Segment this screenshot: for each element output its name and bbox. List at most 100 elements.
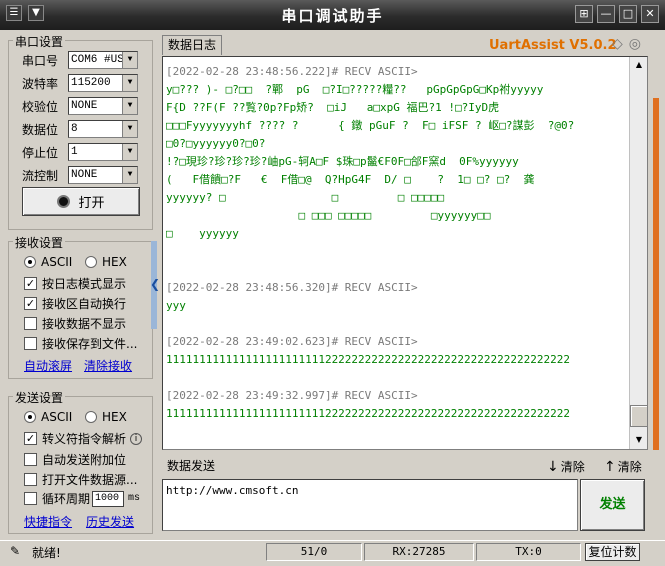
send-ascii-label: ASCII — [41, 410, 73, 424]
info-icon[interactable]: i — [130, 432, 143, 445]
scroll-up-icon[interactable]: ▲ — [630, 57, 648, 73]
period-input[interactable]: 1000 — [92, 490, 125, 507]
clear-log-button[interactable]: ↓ 清除 — [547, 458, 585, 475]
tab-data-log[interactable]: 数据日志 — [162, 35, 222, 55]
parity-label: 校验位 — [22, 99, 59, 114]
hide-recv-checkbox[interactable]: 接收数据不显示 — [24, 315, 126, 332]
tab-data-send[interactable]: 数据发送 — [162, 457, 220, 476]
pin-icon[interactable]: ⊞ — [575, 5, 593, 23]
maximize-button[interactable]: □ — [619, 5, 637, 23]
log-mode-label: 按日志模式显示 — [42, 277, 127, 291]
chevron-down-icon: ▼ — [122, 75, 137, 91]
globe-icon[interactable]: ◎ — [629, 36, 641, 52]
recv-ascii-label: ASCII — [41, 255, 73, 269]
port-select[interactable]: COM6 #US ▼ — [68, 51, 138, 69]
status-icon: ✎ — [10, 544, 21, 558]
escape-parse-checkbox[interactable]: ✓ 转义符指令解析 i — [24, 430, 143, 447]
radio-unchecked-icon — [85, 411, 97, 423]
auto-append-checkbox[interactable]: 自动发送附加位 — [24, 451, 126, 468]
chevron-down-icon: ▼ — [122, 52, 137, 68]
databits-label: 数据位 — [22, 122, 59, 137]
chevron-left-icon[interactable]: ❮ — [150, 276, 160, 292]
clear-recv-link[interactable]: 清除接收 — [84, 357, 132, 374]
quick-cmd-link[interactable]: 快捷指令 — [24, 513, 72, 530]
checkbox-checked-icon: ✓ — [24, 297, 37, 310]
databits-select[interactable]: 8 ▼ — [68, 120, 138, 138]
chevron-down-icon: ▼ — [122, 144, 137, 160]
checkbox-checked-icon: ✓ — [24, 432, 37, 445]
period-unit: ms — [128, 493, 141, 504]
cycle-label: 循环周期 — [42, 492, 91, 506]
auto-scroll-link[interactable]: 自动滚屏 — [24, 357, 72, 374]
group-title: 接收设置 — [13, 234, 66, 251]
group-title: 发送设置 — [13, 389, 66, 406]
log-mode-checkbox[interactable]: ✓ 按日志模式显示 — [24, 275, 126, 292]
window-title: 串口调试助手 — [281, 7, 384, 25]
log-line: □□□Fyyyyyyyhf ???? ? { 鐓 pGuF ? F□ iFSF … — [166, 119, 575, 132]
clear-log-label: 清除 — [560, 460, 585, 474]
chevron-down-icon: ▼ — [122, 167, 137, 183]
log-line: yyy — [166, 299, 186, 312]
recv-hex-radio[interactable]: HEX — [85, 255, 127, 269]
send-input[interactable]: http://www.cmsoft.cn — [162, 479, 578, 531]
checkbox-unchecked-icon — [24, 317, 37, 330]
scroll-down-icon[interactable]: ▼ — [630, 432, 648, 448]
baud-label: 波特率 — [22, 76, 59, 91]
clear-send-label: 清除 — [617, 460, 642, 474]
open-port-button[interactable]: 打开 — [22, 187, 140, 216]
cycle-checkbox[interactable] — [24, 492, 37, 505]
escape-parse-label: 转义符指令解析 — [42, 432, 127, 446]
title-bar: ☰ ▼ 串口调试助手 ⊞ — □ ✕ — [0, 0, 665, 30]
recv-hex-label: HEX — [102, 255, 127, 269]
scroll-thumb[interactable] — [630, 405, 648, 427]
minimize-button[interactable]: — — [597, 5, 615, 23]
frame-counter: 51/0 — [266, 543, 362, 561]
auto-wrap-label: 接收区自动换行 — [42, 297, 127, 311]
checkbox-checked-icon: ✓ — [24, 277, 37, 290]
recv-ascii-radio[interactable]: ASCII — [24, 255, 72, 269]
status-text: 就绪! — [32, 546, 61, 560]
tx-counter: TX:0 — [476, 543, 581, 561]
log-line: □0?□yyyyyy0?□0? — [166, 137, 266, 150]
log-entry-4: [2022-02-28 23:49:32.997]# RECV ASCII> 1… — [166, 387, 644, 423]
log-entry-header: [2022-02-28 23:49:02.623]# RECV ASCII> — [166, 335, 418, 348]
log-line: yyyyyy? □ □ □ □□□□□ — [166, 191, 445, 204]
save-to-file-checkbox[interactable]: 接收保存到文件... — [24, 335, 137, 352]
log-line: □ □□□ □□□□□ □yyyyyy□□ — [166, 209, 491, 222]
log-line: 1111111111111111111111112222222222222222… — [166, 353, 570, 366]
file-source-checkbox[interactable]: 打开文件数据源... — [24, 471, 137, 488]
send-hex-label: HEX — [102, 410, 127, 424]
reset-count-button[interactable]: 复位计数 — [585, 543, 640, 561]
port-status-icon — [57, 195, 71, 208]
open-port-label: 打开 — [78, 196, 105, 211]
history-send-link[interactable]: 历史发送 — [86, 513, 134, 530]
log-entry-header: [2022-02-28 23:48:56.222]# RECV ASCII> — [166, 65, 418, 78]
checkbox-unchecked-icon — [24, 337, 37, 350]
send-button[interactable]: 发送 — [580, 479, 645, 531]
log-entry-1: [2022-02-28 23:48:56.222]# RECV ASCII> y… — [166, 63, 644, 243]
log-entry-header: [2022-02-28 23:48:56.320]# RECV ASCII> — [166, 281, 418, 294]
baud-select[interactable]: 115200 ▼ — [68, 74, 138, 92]
diamond-icon[interactable]: ◇ — [612, 36, 623, 52]
parity-select[interactable]: NONE ▼ — [68, 97, 138, 115]
auto-wrap-checkbox[interactable]: ✓ 接收区自动换行 — [24, 295, 126, 312]
checkbox-unchecked-icon — [24, 453, 37, 466]
log-entry-header: [2022-02-28 23:49:32.997]# RECV ASCII> — [166, 389, 418, 402]
brand-label[interactable]: UartAssist V5.0.2 — [489, 38, 617, 53]
file-source-label: 打开文件数据源... — [42, 473, 138, 487]
receive-log[interactable]: [2022-02-28 23:48:56.222]# RECV ASCII> y… — [162, 56, 648, 450]
close-button[interactable]: ✕ — [641, 5, 659, 23]
clear-send-button[interactable]: ↑ 清除 — [604, 458, 642, 475]
log-line: F{D ??F(F ??覧?0p?Fp矫? □iJ a□xpG 福巴?1 !□?… — [166, 101, 500, 114]
send-ascii-radio[interactable]: ASCII — [24, 410, 72, 424]
group-title: 串口设置 — [13, 33, 66, 50]
log-line: □ yyyyyy — [166, 227, 239, 240]
log-line: !?□現珍?珍?珍?珍?岫pG-轲A□F $珠□p鬣€F0F□郃F窯d 0F%y… — [166, 155, 519, 168]
log-line: 1111111111111111111111112222222222222222… — [166, 407, 570, 420]
radio-checked-icon — [24, 256, 36, 268]
stopbits-select[interactable]: 1 ▼ — [68, 143, 138, 161]
send-hex-radio[interactable]: HEX — [85, 410, 127, 424]
log-scrollbar[interactable]: ▲ ▼ — [629, 57, 648, 449]
flowctrl-select[interactable]: NONE ▼ — [68, 166, 138, 184]
log-line: ( F借饋□?F € F借□@ Q?HpG4F D/ □ ? 1□ □? □? … — [166, 173, 535, 186]
